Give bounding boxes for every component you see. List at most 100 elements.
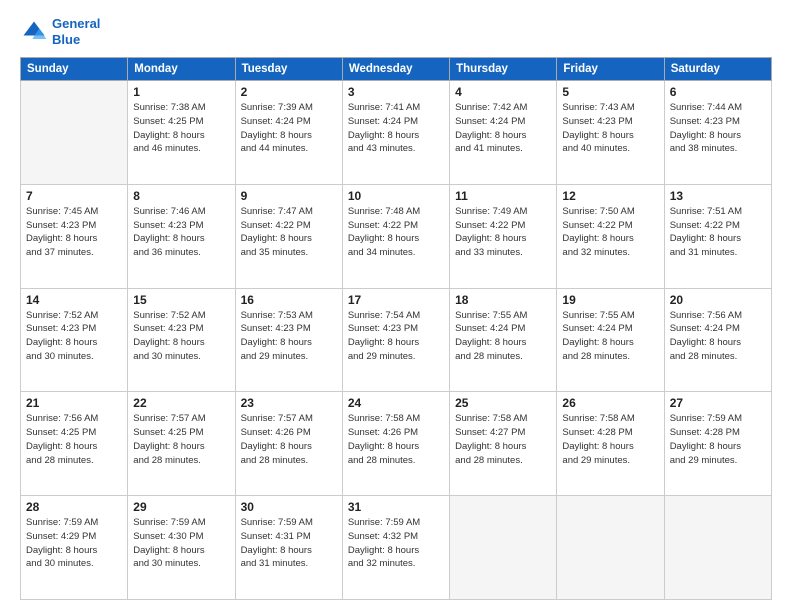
day-cell: 25Sunrise: 7:58 AM Sunset: 4:27 PM Dayli… [450, 392, 557, 496]
logo-text: General Blue [52, 16, 100, 47]
day-number: 28 [26, 500, 122, 514]
week-row-3: 14 Sunrise: 7:52 AM Sunset: 4:23 PM Dayli… [21, 288, 772, 392]
day-info: Sunrise: 7:41 AM Sunset: 4:24 PM Dayligh… [348, 101, 444, 156]
day-number: 3 [348, 85, 444, 99]
day-number: 4 [455, 85, 551, 99]
day-number: 26 [562, 396, 658, 410]
day-info: Sunrise: 7:54 AM Sunset: 4:23 PM Dayligh… [348, 309, 444, 364]
day-info: Sunrise: 7:55 AM Sunset: 4:24 PM Dayligh… [562, 309, 658, 364]
day-info: Sunrise: 7:55 AM Sunset: 4:24 PM Dayligh… [455, 309, 551, 364]
day-number: 11 [455, 189, 551, 203]
day-info: Sunrise: 7:52 AM Sunset: 4:23 PM Dayligh… [133, 309, 229, 364]
day-cell: 31Sunrise: 7:59 AM Sunset: 4:32 PM Dayli… [342, 496, 449, 600]
day-cell [450, 496, 557, 600]
day-cell: 1 Sunrise: 7:38 AM Sunset: 4:25 PM Daylig… [128, 81, 235, 185]
day-number: 24 [348, 396, 444, 410]
week-row-2: 7Sunrise: 7:45 AM Sunset: 4:23 PM Daylig… [21, 184, 772, 288]
day-number: 10 [348, 189, 444, 203]
day-cell: 7Sunrise: 7:45 AM Sunset: 4:23 PM Daylig… [21, 184, 128, 288]
day-number: 5 [562, 85, 658, 99]
day-info: Sunrise: 7:58 AM Sunset: 4:26 PM Dayligh… [348, 412, 444, 467]
day-cell: 26 Sunrise: 7:58 AM Sunset: 4:28 PM Dayli… [557, 392, 664, 496]
day-number: 9 [241, 189, 337, 203]
week-row-5: 28 Sunrise: 7:59 AM Sunset: 4:29 PM Dayli… [21, 496, 772, 600]
day-cell [664, 496, 771, 600]
logo: General Blue [20, 16, 100, 47]
header: General Blue [20, 16, 772, 47]
day-number: 22 [133, 396, 229, 410]
weekday-header-monday: Monday [128, 58, 235, 81]
day-info: Sunrise: 7:59 AM Sunset: 4:30 PM Dayligh… [133, 516, 229, 571]
day-cell: 14 Sunrise: 7:52 AM Sunset: 4:23 PM Dayli… [21, 288, 128, 392]
day-info: Sunrise: 7:57 AM Sunset: 4:25 PM Dayligh… [133, 412, 229, 467]
day-cell [21, 81, 128, 185]
day-number: 25 [455, 396, 551, 410]
day-info: Sunrise: 7:58 AM Sunset: 4:28 PM Dayligh… [562, 412, 658, 467]
day-info: Sunrise: 7:49 AM Sunset: 4:22 PM Dayligh… [455, 205, 551, 260]
week-row-1: 1 Sunrise: 7:38 AM Sunset: 4:25 PM Daylig… [21, 81, 772, 185]
day-cell: 24 Sunrise: 7:58 AM Sunset: 4:26 PM Dayli… [342, 392, 449, 496]
day-cell: 11 Sunrise: 7:49 AM Sunset: 4:22 PM Dayli… [450, 184, 557, 288]
day-number: 30 [241, 500, 337, 514]
day-info: Sunrise: 7:52 AM Sunset: 4:23 PM Dayligh… [26, 309, 122, 364]
day-cell: 17 Sunrise: 7:54 AM Sunset: 4:23 PM Dayli… [342, 288, 449, 392]
day-number: 19 [562, 293, 658, 307]
day-cell: 16 Sunrise: 7:53 AM Sunset: 4:23 PM Dayli… [235, 288, 342, 392]
day-cell: 22 Sunrise: 7:57 AM Sunset: 4:25 PM Dayli… [128, 392, 235, 496]
day-info: Sunrise: 7:42 AM Sunset: 4:24 PM Dayligh… [455, 101, 551, 156]
day-info: Sunrise: 7:39 AM Sunset: 4:24 PM Dayligh… [241, 101, 337, 156]
weekday-header-thursday: Thursday [450, 58, 557, 81]
day-cell: 12 Sunrise: 7:50 AM Sunset: 4:22 PM Dayli… [557, 184, 664, 288]
day-info: Sunrise: 7:50 AM Sunset: 4:22 PM Dayligh… [562, 205, 658, 260]
day-number: 1 [133, 85, 229, 99]
day-cell: 8 Sunrise: 7:46 AM Sunset: 4:23 PM Daylig… [128, 184, 235, 288]
day-cell: 15 Sunrise: 7:52 AM Sunset: 4:23 PM Dayli… [128, 288, 235, 392]
day-info: Sunrise: 7:53 AM Sunset: 4:23 PM Dayligh… [241, 309, 337, 364]
day-number: 13 [670, 189, 766, 203]
calendar: SundayMondayTuesdayWednesdayThursdayFrid… [20, 57, 772, 600]
day-info: Sunrise: 7:56 AM Sunset: 4:24 PM Dayligh… [670, 309, 766, 364]
day-info: Sunrise: 7:59 AM Sunset: 4:29 PM Dayligh… [26, 516, 122, 571]
day-cell: 3 Sunrise: 7:41 AM Sunset: 4:24 PM Daylig… [342, 81, 449, 185]
day-info: Sunrise: 7:38 AM Sunset: 4:25 PM Dayligh… [133, 101, 229, 156]
day-number: 12 [562, 189, 658, 203]
day-cell: 9 Sunrise: 7:47 AM Sunset: 4:22 PM Daylig… [235, 184, 342, 288]
day-info: Sunrise: 7:48 AM Sunset: 4:22 PM Dayligh… [348, 205, 444, 260]
weekday-header-wednesday: Wednesday [342, 58, 449, 81]
day-info: Sunrise: 7:47 AM Sunset: 4:22 PM Dayligh… [241, 205, 337, 260]
day-cell: 30Sunrise: 7:59 AM Sunset: 4:31 PM Dayli… [235, 496, 342, 600]
day-number: 14 [26, 293, 122, 307]
weekday-header-tuesday: Tuesday [235, 58, 342, 81]
day-number: 21 [26, 396, 122, 410]
day-cell: 21Sunrise: 7:56 AM Sunset: 4:25 PM Dayli… [21, 392, 128, 496]
day-number: 18 [455, 293, 551, 307]
day-number: 6 [670, 85, 766, 99]
day-cell [557, 496, 664, 600]
day-cell: 10 Sunrise: 7:48 AM Sunset: 4:22 PM Dayli… [342, 184, 449, 288]
day-number: 29 [133, 500, 229, 514]
day-number: 15 [133, 293, 229, 307]
day-number: 20 [670, 293, 766, 307]
day-cell: 19 Sunrise: 7:55 AM Sunset: 4:24 PM Dayli… [557, 288, 664, 392]
day-number: 17 [348, 293, 444, 307]
day-cell: 18 Sunrise: 7:55 AM Sunset: 4:24 PM Dayli… [450, 288, 557, 392]
logo-icon [20, 18, 48, 46]
week-row-4: 21Sunrise: 7:56 AM Sunset: 4:25 PM Dayli… [21, 392, 772, 496]
day-info: Sunrise: 7:43 AM Sunset: 4:23 PM Dayligh… [562, 101, 658, 156]
weekday-header-friday: Friday [557, 58, 664, 81]
day-cell: 20 Sunrise: 7:56 AM Sunset: 4:24 PM Dayli… [664, 288, 771, 392]
day-cell: 23Sunrise: 7:57 AM Sunset: 4:26 PM Dayli… [235, 392, 342, 496]
day-number: 8 [133, 189, 229, 203]
weekday-header-saturday: Saturday [664, 58, 771, 81]
day-cell: 4 Sunrise: 7:42 AM Sunset: 4:24 PM Daylig… [450, 81, 557, 185]
day-info: Sunrise: 7:44 AM Sunset: 4:23 PM Dayligh… [670, 101, 766, 156]
day-number: 16 [241, 293, 337, 307]
day-cell: 5 Sunrise: 7:43 AM Sunset: 4:23 PM Daylig… [557, 81, 664, 185]
weekday-header-sunday: Sunday [21, 58, 128, 81]
day-number: 31 [348, 500, 444, 514]
day-cell: 6 Sunrise: 7:44 AM Sunset: 4:23 PM Daylig… [664, 81, 771, 185]
day-info: Sunrise: 7:46 AM Sunset: 4:23 PM Dayligh… [133, 205, 229, 260]
day-cell: 27Sunrise: 7:59 AM Sunset: 4:28 PM Dayli… [664, 392, 771, 496]
page: General Blue SundayMondayTuesdayWednesda… [0, 0, 792, 612]
day-number: 7 [26, 189, 122, 203]
